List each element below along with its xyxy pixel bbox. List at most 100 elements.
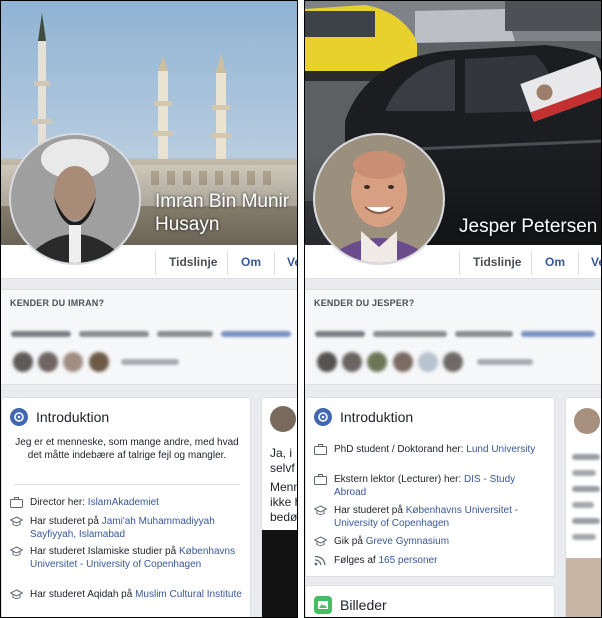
post-text: ikke h: [270, 495, 297, 509]
blurred-avatar[interactable]: [418, 352, 438, 372]
blurred-text: [572, 470, 596, 476]
blurred-text: [572, 502, 594, 508]
rss-icon: [314, 555, 326, 566]
intro-item-text: Har studeret på: [30, 516, 102, 527]
globe-icon: [314, 408, 332, 426]
post-text: Ja, i: [270, 446, 293, 460]
blurred-text: [121, 359, 179, 365]
avatar[interactable]: [313, 133, 445, 265]
blurred-text: [572, 534, 596, 540]
tab-timeline[interactable]: Tidslinje: [473, 245, 521, 279]
post-author-avatar[interactable]: [270, 406, 296, 432]
profile-name[interactable]: Jesper Petersen: [459, 215, 601, 238]
tab-about[interactable]: Om: [545, 245, 565, 279]
blurred-text: [521, 331, 595, 337]
intro-item-text: Har studeret Aqidah på: [30, 589, 136, 600]
profile-name[interactable]: Imran Bin Munir Husayn: [155, 190, 295, 236]
blurred-avatar[interactable]: [89, 352, 109, 372]
intro-item-text: PhD student / Doktorand her:: [334, 444, 467, 455]
blurred-text: [11, 331, 71, 337]
friend-avatar[interactable]: [574, 408, 600, 434]
tab-divider: [227, 251, 228, 275]
intro-item-text: Følges af: [334, 555, 379, 566]
post-image[interactable]: [262, 530, 297, 617]
intro-item-text: Gik på: [334, 536, 366, 547]
graduation-cap-icon: [10, 546, 23, 556]
intro-item-link[interactable]: 165 personer: [378, 555, 437, 566]
blurred-text: [572, 454, 600, 460]
intro-bio: Jeg er et menneske, som mange andre, med…: [15, 437, 239, 461]
intro-item-text: Har studeret på: [334, 505, 406, 516]
blurred-avatar[interactable]: [393, 352, 413, 372]
photos-card-title[interactable]: Billeder: [340, 597, 387, 613]
blurred-avatar[interactable]: [13, 352, 33, 372]
post-text: selvf: [270, 461, 295, 475]
post-text: Menn: [270, 480, 298, 494]
blurred-avatar[interactable]: [342, 352, 362, 372]
blurred-avatar[interactable]: [317, 352, 337, 372]
intro-item-text: Har studeret Islamiske studier på: [30, 546, 179, 557]
intro-item-education: Har studeret på Jami'ah Muhammadiyyah Sa…: [10, 515, 242, 541]
graduation-cap-icon: [10, 516, 23, 526]
blurred-avatar[interactable]: [443, 352, 463, 372]
blurred-avatar[interactable]: [367, 352, 387, 372]
tab-more[interactable]: Ve: [287, 245, 297, 279]
intro-card-header: Introduktion: [10, 407, 109, 427]
intro-item-work: Director her: IslamAkademiet: [10, 496, 242, 509]
section-title: KENDER DU IMRAN?: [10, 298, 105, 308]
blurred-text: [477, 359, 533, 365]
blurred-text: [221, 331, 291, 337]
briefcase-icon: [314, 444, 327, 455]
intro-card-title: Introduktion: [36, 409, 110, 425]
intro-item-link[interactable]: Lund University: [466, 444, 535, 455]
tab-about[interactable]: Om: [241, 245, 261, 279]
photos-card: Billeder: [305, 585, 555, 617]
intro-item-work: Ekstern lektor (Lecturer) her: DIS - Stu…: [314, 473, 546, 499]
tab-divider: [578, 251, 579, 275]
blurred-text: [455, 331, 513, 337]
intro-item-text: Ekstern lektor (Lecturer) her:: [334, 474, 465, 485]
intro-item-link[interactable]: IslamAkademiet: [88, 497, 159, 508]
intro-item-work: PhD student / Doktorand her: Lund Univer…: [314, 443, 546, 456]
intro-card-title: Introduktion: [340, 409, 414, 425]
post-text: bedø: [270, 510, 298, 524]
tab-more[interactable]: Ve: [591, 245, 601, 279]
intro-item-link[interactable]: Muslim Cultural Institute: [135, 589, 242, 600]
photos-icon: [314, 596, 332, 614]
divider: [14, 484, 240, 485]
blurred-avatar[interactable]: [38, 352, 58, 372]
blurred-text: [572, 518, 600, 524]
post-card: Ja, i selvf Menn ikke h bedø: [261, 397, 298, 617]
globe-icon: [10, 408, 28, 426]
graduation-cap-icon: [10, 589, 23, 599]
graduation-cap-icon: [314, 505, 327, 515]
intro-item-education: Har studeret Islamiske studier på Københ…: [10, 545, 242, 571]
friend-photo[interactable]: [566, 558, 601, 617]
intro-card: Introduktion PhD student / Doktorand her…: [305, 397, 555, 577]
tab-divider: [531, 251, 532, 275]
intro-item-text: Director her:: [30, 497, 88, 508]
people-you-may-know: KENDER DU JESPER?: [305, 289, 601, 385]
profile-panel-right: Jesper Petersen Tidslinje Om Ve KENDER D…: [304, 0, 602, 618]
tab-divider: [155, 251, 156, 275]
intro-item-education: Har studeret Aqidah på Muslim Cultural I…: [10, 588, 242, 601]
tab-divider: [274, 251, 275, 275]
profile-panel-left: Imran Bin Munir Husayn Tidslinje Om Ve K…: [0, 0, 298, 618]
intro-item-followers: Følges af 165 personer: [314, 554, 546, 567]
blurred-text: [157, 331, 213, 337]
graduation-cap-icon: [314, 536, 327, 546]
briefcase-icon: [10, 497, 23, 508]
section-title: KENDER DU JESPER?: [314, 298, 415, 308]
intro-item-education: Gik på Greve Gymnasium: [314, 535, 546, 548]
avatar[interactable]: [9, 133, 141, 265]
blurred-text: [572, 486, 600, 492]
blurred-avatar[interactable]: [63, 352, 83, 372]
intro-item-link[interactable]: Greve Gymnasium: [366, 536, 449, 547]
tab-timeline[interactable]: Tidslinje: [169, 245, 217, 279]
people-you-may-know: KENDER DU IMRAN?: [1, 289, 297, 385]
friends-card: [565, 397, 601, 617]
blurred-text: [315, 331, 365, 337]
intro-item-education: Har studeret på Københavns Universitet -…: [314, 504, 546, 530]
photos-card-header: Billeder: [314, 595, 387, 615]
intro-card: Introduktion Jeg er et menneske, som man…: [1, 397, 251, 617]
